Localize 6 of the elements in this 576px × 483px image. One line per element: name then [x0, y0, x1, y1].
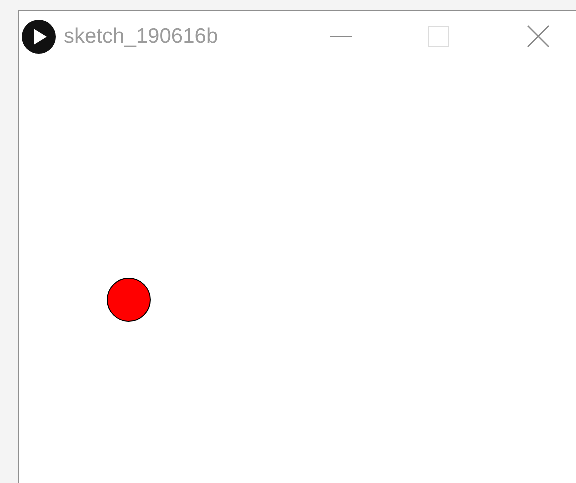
app-logo-icon — [22, 20, 56, 54]
maximize-icon — [428, 26, 449, 47]
window-title: sketch_190616b — [64, 24, 220, 48]
close-icon — [527, 25, 550, 48]
circle-shape — [107, 278, 151, 322]
minimize-icon — [330, 36, 352, 38]
